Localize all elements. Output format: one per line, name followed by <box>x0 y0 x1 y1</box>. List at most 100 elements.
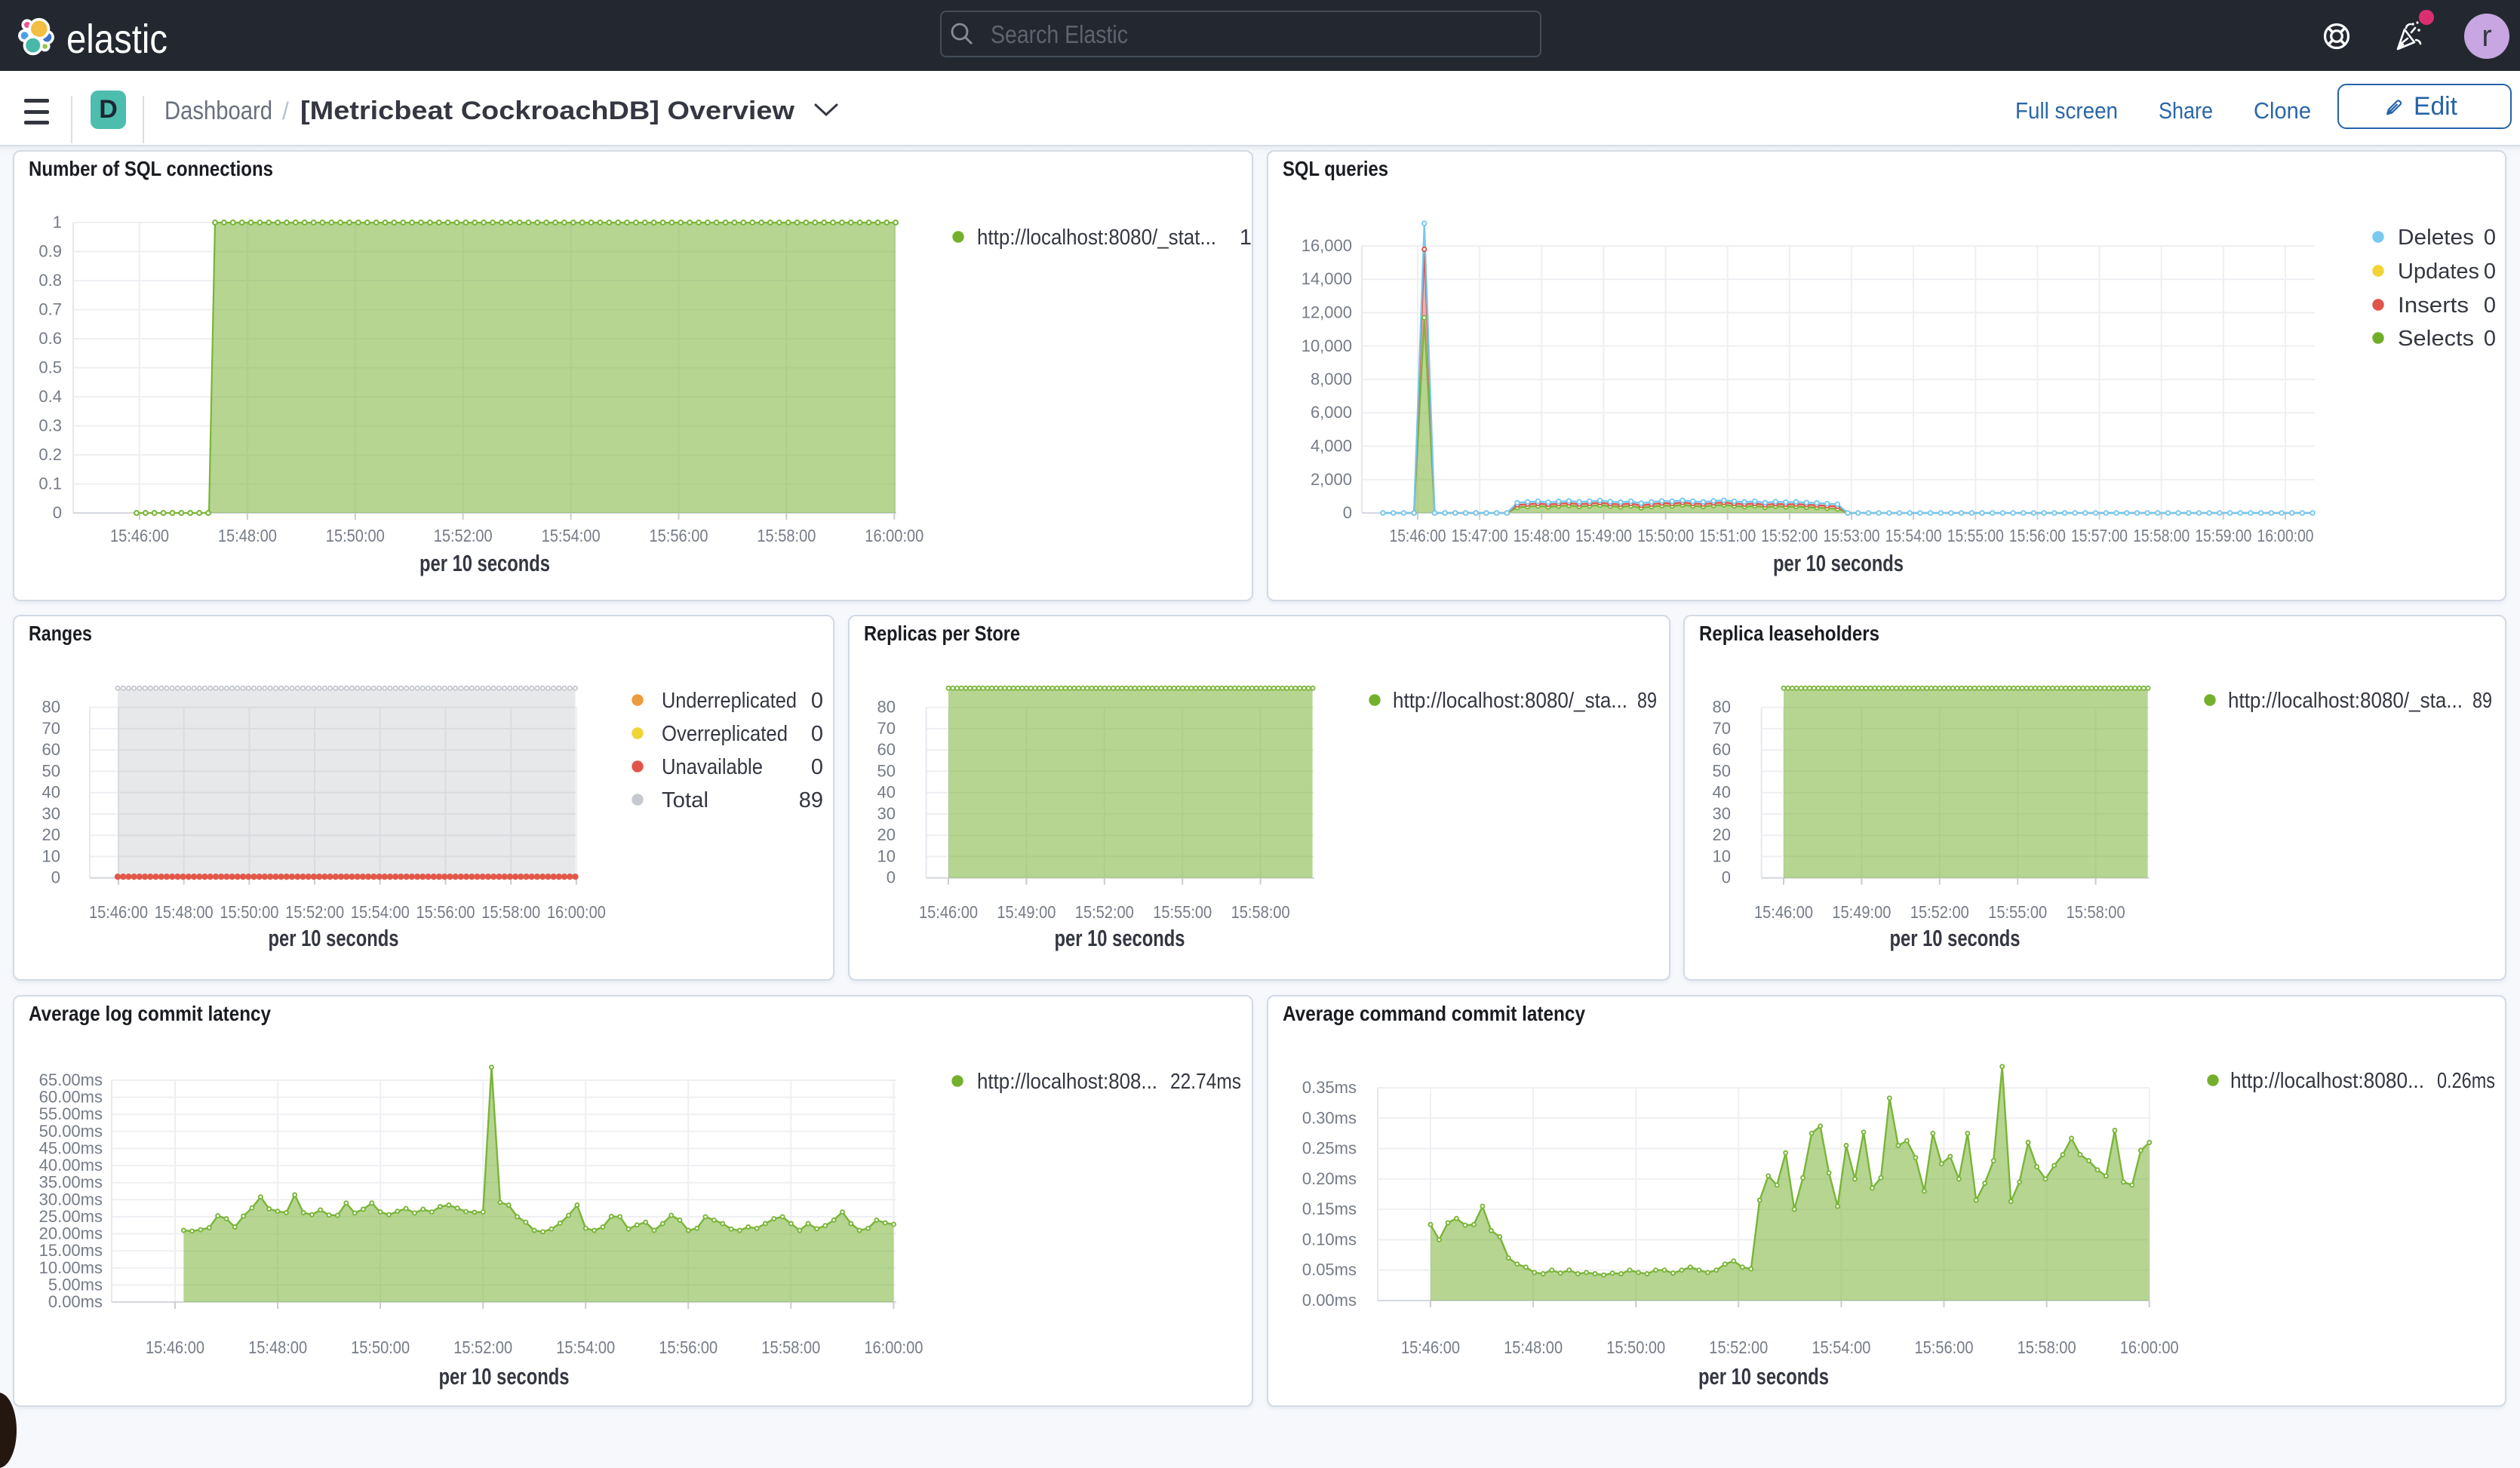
svg-text:0.6: 0.6 <box>38 329 62 348</box>
svg-text:16:00:00: 16:00:00 <box>864 1337 923 1357</box>
svg-text:0.26ms: 0.26ms <box>2437 1069 2495 1093</box>
svg-text:Selects: Selects <box>2398 327 2474 351</box>
svg-text:Number of SQL connections: Number of SQL connections <box>29 157 273 180</box>
svg-text:40: 40 <box>42 783 60 802</box>
svg-text:40.00ms: 40.00ms <box>39 1156 103 1175</box>
svg-text:0: 0 <box>51 868 60 887</box>
svg-text:0.3: 0.3 <box>38 416 62 435</box>
svg-text:0.7: 0.7 <box>38 300 62 319</box>
svg-text:15:56:00: 15:56:00 <box>1915 1337 1974 1357</box>
svg-text:Unavailable: Unavailable <box>662 755 763 779</box>
svg-text:0: 0 <box>1722 868 1731 887</box>
svg-text:89: 89 <box>1637 689 1657 713</box>
svg-text:0.15ms: 0.15ms <box>1302 1199 1357 1218</box>
svg-text:0: 0 <box>2484 293 2496 318</box>
svg-text:70: 70 <box>42 719 60 738</box>
svg-text:15:54:00: 15:54:00 <box>351 902 410 922</box>
svg-text:r: r <box>2482 20 2491 53</box>
svg-text:15:52:00: 15:52:00 <box>1761 526 1818 545</box>
svg-text:40: 40 <box>877 783 896 802</box>
svg-text:16,000: 16,000 <box>1301 236 1352 255</box>
svg-text:15:46:00: 15:46:00 <box>1401 1337 1460 1357</box>
svg-text:15.00ms: 15.00ms <box>39 1241 103 1260</box>
svg-text:1: 1 <box>53 213 62 232</box>
svg-text:15:49:00: 15:49:00 <box>997 902 1056 922</box>
svg-text:65.00ms: 65.00ms <box>39 1070 103 1089</box>
svg-text:0: 0 <box>1343 503 1352 522</box>
svg-text:60: 60 <box>42 740 60 759</box>
svg-text:0: 0 <box>811 722 823 746</box>
svg-text:50.00ms: 50.00ms <box>39 1122 103 1141</box>
svg-text:0.00ms: 0.00ms <box>48 1292 103 1311</box>
svg-text:15:48:00: 15:48:00 <box>1514 526 1570 545</box>
svg-text:20: 20 <box>877 825 896 844</box>
svg-text:Search Elastic: Search Elastic <box>991 20 1128 48</box>
svg-text:http://localhost:8080/_stat...: http://localhost:8080/_stat... <box>977 226 1216 250</box>
svg-text:http://localhost:8080...: http://localhost:8080... <box>2230 1069 2424 1093</box>
svg-text:16:00:00: 16:00:00 <box>547 902 606 922</box>
svg-text:15:50:00: 15:50:00 <box>220 902 278 922</box>
svg-text:15:52:00: 15:52:00 <box>285 902 344 922</box>
svg-text:0: 0 <box>2484 260 2496 284</box>
svg-text:50: 50 <box>877 761 896 780</box>
svg-text:15:54:00: 15:54:00 <box>1885 526 1942 545</box>
svg-text:2,000: 2,000 <box>1311 470 1352 489</box>
svg-text:30: 30 <box>877 804 896 823</box>
svg-text:35.00ms: 35.00ms <box>39 1173 103 1192</box>
svg-text:0.1: 0.1 <box>38 474 62 493</box>
svg-text:Average log commit latency: Average log commit latency <box>29 1002 271 1025</box>
svg-text:50: 50 <box>42 761 60 780</box>
svg-text:16:00:00: 16:00:00 <box>865 526 923 545</box>
svg-text:http://localhost:808...: http://localhost:808... <box>977 1070 1157 1094</box>
svg-text:per 10 seconds: per 10 seconds <box>419 550 550 576</box>
svg-text:15:46:00: 15:46:00 <box>1754 902 1813 922</box>
svg-text:0.9: 0.9 <box>38 242 62 261</box>
svg-text:15:55:00: 15:55:00 <box>1153 902 1212 922</box>
svg-text:20.00ms: 20.00ms <box>39 1224 103 1243</box>
svg-text:Overreplicated: Overreplicated <box>662 722 788 746</box>
svg-text:15:58:00: 15:58:00 <box>761 1337 820 1357</box>
svg-text:0.30ms: 0.30ms <box>1302 1108 1357 1127</box>
svg-text:15:55:00: 15:55:00 <box>1988 902 2047 922</box>
svg-text:15:53:00: 15:53:00 <box>1824 526 1880 545</box>
svg-text:15:46:00: 15:46:00 <box>110 526 169 545</box>
svg-text:15:48:00: 15:48:00 <box>218 526 277 545</box>
svg-text:60.00ms: 60.00ms <box>39 1088 103 1107</box>
svg-text:0: 0 <box>53 503 62 522</box>
svg-text:30.00ms: 30.00ms <box>39 1190 103 1208</box>
svg-text:70: 70 <box>877 719 896 738</box>
svg-text:Inserts: Inserts <box>2398 293 2469 318</box>
svg-text:/: / <box>282 97 289 124</box>
svg-text:Underreplicated: Underreplicated <box>662 689 797 713</box>
svg-text:30: 30 <box>42 804 60 823</box>
svg-text:15:46:00: 15:46:00 <box>146 1337 204 1357</box>
svg-text:10: 10 <box>877 846 896 865</box>
svg-text:Replica leaseholders: Replica leaseholders <box>1699 622 1879 645</box>
svg-text:15:50:00: 15:50:00 <box>351 1337 410 1357</box>
svg-text:15:58:00: 15:58:00 <box>481 902 540 922</box>
svg-text:15:51:00: 15:51:00 <box>1699 526 1756 545</box>
svg-text:http://localhost:8080/_sta...: http://localhost:8080/_sta... <box>1393 689 1627 713</box>
svg-text:15:48:00: 15:48:00 <box>1504 1337 1563 1357</box>
svg-text:elastic: elastic <box>66 17 167 62</box>
svg-text:Total: Total <box>662 788 708 812</box>
svg-text:15:54:00: 15:54:00 <box>542 526 601 545</box>
svg-text:Average command commit latency: Average command commit latency <box>1283 1002 1585 1025</box>
svg-text:15:58:00: 15:58:00 <box>2018 1337 2076 1357</box>
svg-text:20: 20 <box>42 825 60 844</box>
svg-text:0: 0 <box>811 689 823 713</box>
svg-text:SQL queries: SQL queries <box>1283 157 1388 180</box>
svg-text:per 10 seconds: per 10 seconds <box>1698 1363 1829 1390</box>
svg-text:15:55:00: 15:55:00 <box>1947 526 2004 545</box>
svg-text:0.8: 0.8 <box>38 271 62 290</box>
svg-text:15:58:00: 15:58:00 <box>2067 902 2125 922</box>
svg-text:55.00ms: 55.00ms <box>39 1104 103 1123</box>
svg-text:15:56:00: 15:56:00 <box>416 902 475 922</box>
svg-text:0: 0 <box>2484 327 2496 351</box>
svg-text:25.00ms: 25.00ms <box>39 1207 103 1226</box>
svg-text:0.2: 0.2 <box>38 445 62 464</box>
svg-text:0: 0 <box>811 755 823 779</box>
svg-text:80: 80 <box>877 698 896 717</box>
svg-text:Updates: Updates <box>2398 260 2479 284</box>
svg-text:0: 0 <box>2484 226 2496 250</box>
